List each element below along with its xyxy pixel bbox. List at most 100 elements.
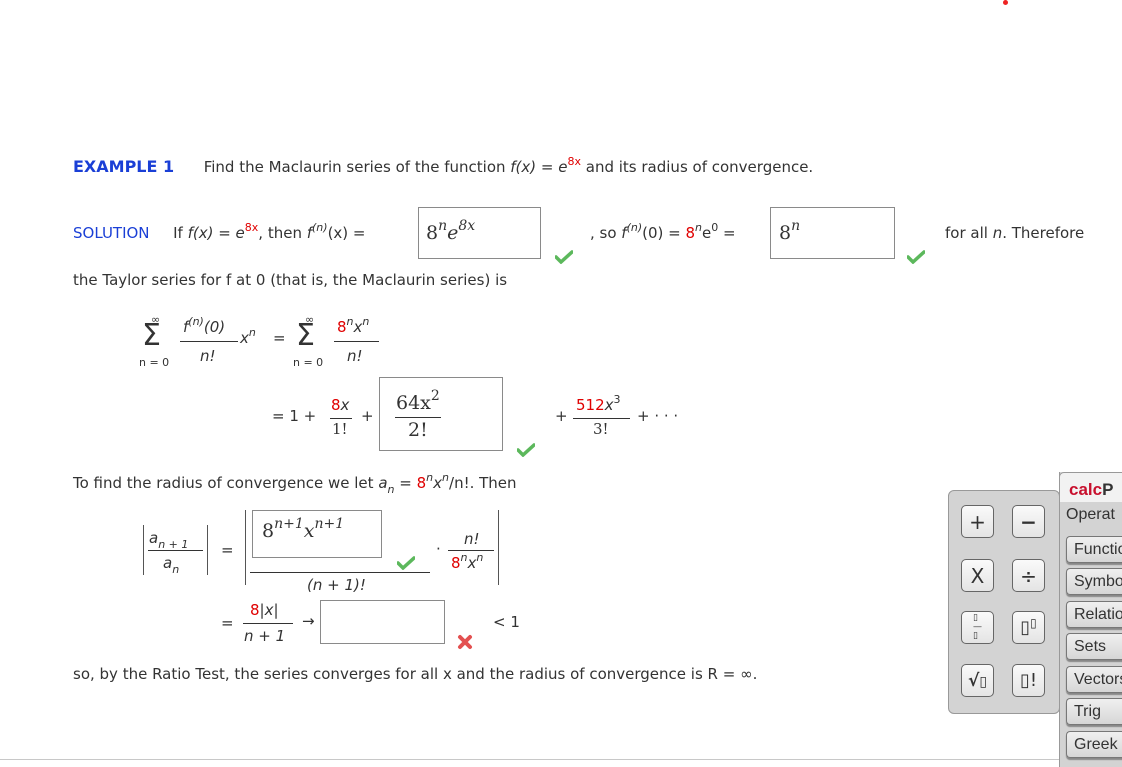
factorial-button[interactable]: ▯! (1012, 664, 1045, 697)
limit-eq: = (221, 614, 234, 632)
arrow: → (302, 612, 315, 630)
sigma-1: Σ (142, 318, 161, 353)
series-tail: + · · · (637, 407, 679, 425)
dot: · (436, 540, 441, 558)
example-function: f(x) = e (510, 158, 568, 176)
abs-bar (207, 525, 208, 575)
ratio-den: (n + 1)! (307, 576, 366, 594)
less-than-one: < 1 (493, 613, 520, 631)
plus-button[interactable]: + (961, 505, 994, 538)
then-text: , then (258, 224, 307, 242)
limit-num: 8|x| (250, 601, 279, 619)
series-num-1: f(n)(0) (183, 315, 226, 336)
answer-derivative-value: 8ne8x (426, 218, 476, 244)
series-eq: = (273, 329, 286, 347)
tab-symbols[interactable]: Symbo (1066, 568, 1122, 595)
factorial-icon: ▯! (1019, 670, 1038, 691)
fraction-line (250, 572, 430, 573)
check-icon (907, 250, 925, 264)
fraction-button[interactable]: ▯ — ▯ (961, 611, 994, 644)
tab-vectors[interactable]: Vectors (1066, 666, 1122, 693)
limit-den: n + 1 (244, 627, 286, 645)
so-text-line: , so f(n)(0) = 8ne0 = (590, 221, 736, 242)
term1-num: 8x (331, 396, 350, 414)
eight-red: 8 (685, 224, 696, 242)
tab-functions[interactable]: Functio (1066, 536, 1122, 563)
abs-bar (245, 510, 246, 585)
plus: + (555, 407, 568, 425)
ratio-right-den: 8nxn (451, 551, 484, 572)
fraction-line (330, 418, 352, 419)
example-line: EXAMPLE 1 Find the Maclaurin series of t… (73, 155, 814, 176)
ratio-lhs-den: an (163, 554, 180, 576)
tab-relations[interactable]: Relatio (1066, 601, 1122, 628)
tab-sets[interactable]: Sets (1066, 633, 1122, 660)
cross-icon (458, 635, 472, 649)
fn-sup: (n) (312, 221, 328, 234)
f0-sup: (n) (626, 221, 643, 234)
for-all-text: for all n. Therefore (945, 224, 1085, 242)
if-text: If (173, 224, 188, 242)
fraction-line (448, 550, 494, 551)
answer-ratio-value: 8n+1xn+1 (262, 516, 345, 542)
ratio-lhs-num: an + 1 (149, 529, 189, 551)
sigma-2: Σ (296, 318, 315, 353)
series-den-2: n! (347, 347, 363, 365)
eq: = (718, 224, 736, 242)
series-den-1: n! (200, 347, 216, 365)
fraction-line (573, 418, 630, 419)
calcpad-header: calcP (1059, 472, 1122, 502)
answer-box-limit[interactable] (320, 600, 445, 644)
f0-arg: (0) = (642, 224, 686, 242)
fraction-line (180, 341, 238, 342)
n-sup: n (695, 221, 703, 234)
times-button[interactable]: X (961, 559, 994, 592)
answer-term2-num: 64x2 (396, 388, 440, 414)
ratio-right-num: n! (464, 530, 480, 548)
fraction-line (334, 341, 379, 342)
term3-den: 3! (593, 420, 609, 438)
taylor-series-text: the Taylor series for f at 0 (that is, t… (73, 271, 508, 289)
solution-line: SOLUTION If f(x) = e8x, then f(n)(x) = (73, 221, 366, 242)
abs-bar (498, 510, 499, 585)
fraction-icon: ▯ — ▯ (973, 613, 982, 641)
tab-greek[interactable]: Greek (1066, 731, 1122, 758)
abs-bar (143, 525, 144, 575)
sigma-lower-1: n = 0 (139, 356, 170, 369)
answer-f0-value: 8n (779, 218, 801, 244)
series-xn: xn (240, 326, 256, 347)
e0: e (702, 224, 712, 242)
plus: + (361, 407, 374, 425)
sigma-lower-2: n = 0 (293, 356, 324, 369)
answer-term2-den: 2! (408, 419, 428, 441)
superscript-button[interactable]: ▯▯ (1012, 611, 1045, 644)
operations-tab[interactable]: Operat (1066, 506, 1115, 524)
bottom-divider (0, 759, 1059, 760)
sqrt-button[interactable]: √▯ (961, 664, 994, 697)
check-icon (517, 443, 535, 457)
fraction-line (243, 623, 293, 624)
example-text-end: and its radius of convergence. (581, 158, 814, 176)
check-icon (555, 250, 573, 264)
term3-num: 512x3 (576, 393, 621, 414)
fx-exp: 8x (244, 221, 259, 234)
fn-arg: (x) = (327, 224, 366, 242)
math-palette: + − X ÷ ▯ — ▯ ▯▯ √▯ ▯! (948, 490, 1060, 714)
example-exponent: 8x (567, 155, 581, 168)
red-dot-indicator (1003, 0, 1008, 5)
series-num-2: 8nxn (337, 315, 370, 336)
tab-trig[interactable]: Trig (1066, 698, 1122, 725)
so-text: , so (590, 224, 622, 242)
minus-button[interactable]: − (1012, 505, 1045, 538)
ratio-eq: = (221, 541, 234, 559)
answer-box-term2[interactable] (379, 377, 503, 451)
fx-eq: f(x) = e (187, 224, 245, 242)
fraction-line (395, 417, 441, 418)
solution-label: SOLUTION (73, 224, 150, 242)
divide-button[interactable]: ÷ (1012, 559, 1045, 592)
sqrt-icon: √▯ (967, 670, 988, 691)
fraction-line (148, 550, 203, 551)
superscript-icon: ▯▯ (1020, 616, 1037, 638)
conclusion-text: so, by the Ratio Test, the series conver… (73, 665, 758, 683)
check-icon (397, 556, 415, 570)
